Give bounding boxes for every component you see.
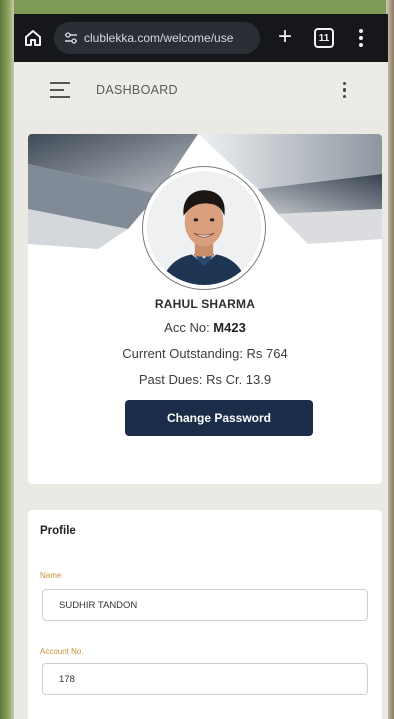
app-header: DASHBOARD bbox=[14, 62, 388, 118]
avatar-photo bbox=[147, 171, 261, 285]
change-password-button[interactable]: Change Password bbox=[125, 400, 313, 436]
browser-menu-icon[interactable] bbox=[356, 29, 366, 47]
account-number-field[interactable]: 178 bbox=[42, 663, 368, 695]
browser-toolbar: clublekka.com/welcome/use + 11 bbox=[14, 14, 388, 62]
kebab-menu-icon[interactable] bbox=[342, 81, 346, 99]
url-text: clublekka.com/welcome/use bbox=[84, 31, 234, 45]
name-field-value: SUDHIR TANDON bbox=[59, 599, 138, 611]
tabs-icon[interactable]: 11 bbox=[314, 28, 334, 48]
member-name: RAHUL SHARMA bbox=[154, 297, 256, 311]
name-field[interactable]: SUDHIR TANDON bbox=[42, 589, 368, 621]
address-bar[interactable]: clublekka.com/welcome/use bbox=[54, 22, 260, 54]
account-number-field-value: 178 bbox=[59, 673, 75, 685]
tab-count: 11 bbox=[318, 32, 330, 44]
photo-background-left bbox=[0, 0, 14, 719]
account-number-label: Acc No: bbox=[164, 320, 214, 335]
form-title: Profile bbox=[40, 525, 76, 537]
past-dues: Past Dues: Rs Cr. 13.9 bbox=[138, 372, 272, 387]
plus-icon[interactable]: + bbox=[274, 25, 296, 49]
account-number-line: Acc No: M423 bbox=[28, 320, 382, 335]
profile-form-card: Profile Name SUDHIR TANDON Account No. 1… bbox=[28, 510, 382, 719]
phone-screen: clublekka.com/welcome/use + 11 DASHBOARD bbox=[14, 14, 388, 719]
current-outstanding: Current Outstanding: Rs 764 bbox=[122, 346, 288, 361]
account-number-field-label: Account No. bbox=[40, 647, 84, 656]
site-settings-icon[interactable] bbox=[64, 31, 78, 45]
account-number-value: M423 bbox=[213, 320, 246, 335]
hamburger-menu-icon[interactable] bbox=[50, 82, 70, 98]
avatar bbox=[142, 166, 266, 290]
name-label: Name bbox=[40, 571, 62, 580]
page-title: DASHBOARD bbox=[96, 83, 178, 97]
home-icon[interactable] bbox=[22, 27, 44, 49]
profile-summary-card: RAHUL SHARMA Acc No: M423 Current Outsta… bbox=[28, 134, 382, 484]
